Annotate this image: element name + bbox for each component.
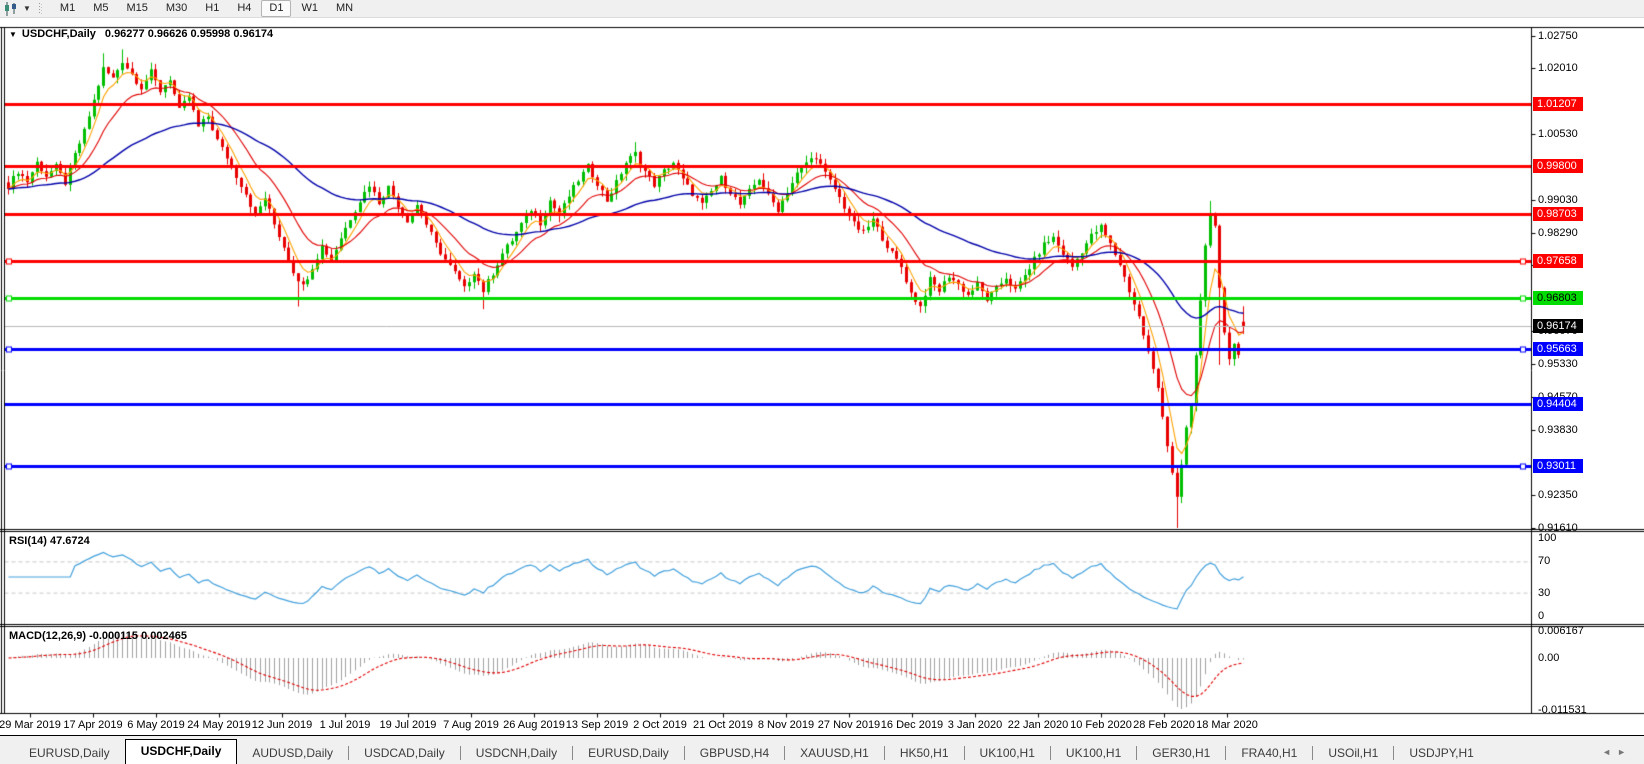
timeframe-button-m5[interactable]: M5: [85, 0, 116, 17]
scroll-tabs-right-icon[interactable]: ►: [1617, 747, 1632, 757]
ohlc-values: 0.96277 0.96626 0.95998 0.96174: [105, 28, 273, 40]
level-price-label: 1.01207: [1533, 97, 1583, 111]
chart-tab-usdcnh-daily[interactable]: USDCNH,Daily: [461, 743, 572, 764]
level-price-label: 0.96803: [1533, 291, 1583, 305]
macd-axis-tick: 0.00: [1538, 651, 1559, 665]
timeframe-button-m15[interactable]: M15: [118, 0, 155, 17]
timeframe-button-m30[interactable]: M30: [158, 0, 195, 17]
timeframe-button-m1[interactable]: M1: [52, 0, 83, 17]
timeframe-buttons: M1M5M15M30H1H4D1W1MN: [51, 0, 362, 18]
level-price-label: 0.95663: [1533, 342, 1583, 356]
price-axis-tick: 0.93830: [1538, 423, 1578, 437]
chart-tab-usoil-h1[interactable]: USOil,H1: [1313, 743, 1393, 764]
chart-tab-fra40-h1[interactable]: FRA40,H1: [1226, 743, 1312, 764]
chart-tabs: EURUSD,DailyUSDCHF,DailyAUDUSD,DailyUSDC…: [14, 743, 1489, 764]
price-axis-tick: 1.02750: [1538, 29, 1578, 43]
level-price-label: 0.97658: [1533, 254, 1583, 268]
macd-axis-tick: 0.006167: [1538, 624, 1584, 638]
level-price-label: 0.94404: [1533, 397, 1583, 411]
chart-tab-eurusd-daily[interactable]: EURUSD,Daily: [573, 743, 684, 764]
timeframe-button-w1[interactable]: W1: [293, 0, 326, 17]
price-axis-tick: 0.98290: [1538, 226, 1578, 240]
price-axis-tick: 0.92350: [1538, 488, 1578, 502]
timeframe-button-d1[interactable]: D1: [261, 0, 291, 17]
price-axis-tick: 1.02010: [1538, 61, 1578, 75]
scroll-tabs-left-icon[interactable]: ◄: [1602, 747, 1617, 757]
chart-tab-uk100-h1[interactable]: UK100,H1: [1051, 743, 1136, 764]
trading-terminal: ▼ M1M5M15M30H1H4D1W1MN ▼ USDCHF,Daily 0.96…: [0, 0, 1644, 764]
toolbar: ▼ M1M5M15M30H1H4D1W1MN: [0, 0, 1644, 18]
chart-tab-ger30-h1[interactable]: GER30,H1: [1137, 743, 1225, 764]
macd-axis-tick: -0.011531: [1538, 703, 1587, 717]
current-price-label: 0.96174: [1533, 319, 1583, 333]
chart-tab-gbpusd-h4[interactable]: GBPUSD,H4: [685, 743, 784, 764]
rsi-axis-tick: 100: [1538, 531, 1556, 545]
chart-tab-usdchf-daily[interactable]: USDCHF,Daily: [125, 739, 238, 764]
price-axis-tick: 0.99030: [1538, 193, 1578, 207]
chart-tab-audusd-daily[interactable]: AUDUSD,Daily: [237, 743, 348, 764]
rsi-axis-tick: 30: [1538, 586, 1550, 600]
chart-tabs-bar: EURUSD,DailyUSDCHF,DailyAUDUSD,DailyUSDC…: [0, 735, 1644, 764]
date-axis-label: 18 Mar 2020: [1185, 719, 1269, 731]
chart-tab-usdcad-daily[interactable]: USDCAD,Daily: [349, 743, 460, 764]
timeframe-button-h1[interactable]: H1: [197, 0, 227, 17]
chevron-down-icon[interactable]: ▼: [23, 4, 31, 13]
level-price-label: 0.93011: [1533, 459, 1583, 473]
candlestick-chart-icon[interactable]: [3, 2, 19, 16]
chart-tab-eurusd-daily[interactable]: EURUSD,Daily: [14, 743, 125, 764]
triangle-down-icon[interactable]: ▼: [9, 30, 17, 39]
chart-tab-hk50-h1[interactable]: HK50,H1: [885, 743, 964, 764]
price-axis-tick: 1.00530: [1538, 127, 1578, 141]
level-price-label: 0.99800: [1533, 159, 1583, 173]
chart-symbol-label: USDCHF,Daily: [22, 28, 96, 40]
price-axis-tick: 0.95330: [1538, 357, 1578, 371]
timeframe-button-h4[interactable]: H4: [229, 0, 259, 17]
chart-title: ▼ USDCHF,Daily 0.96277 0.96626 0.95998 0.9…: [9, 28, 273, 40]
rsi-axis-tick: 70: [1538, 554, 1550, 568]
chart-window: ▼ USDCHF,Daily 0.96277 0.96626 0.95998 0.9…: [0, 18, 1644, 735]
tabbar-notch: [0, 743, 14, 764]
chart-tab-usdjpy-h1[interactable]: USDJPY,H1: [1394, 743, 1488, 764]
rsi-indicator-label: RSI(14) 47.6724: [9, 535, 90, 547]
chart-tab-xauusd-h1[interactable]: XAUUSD,H1: [785, 743, 884, 764]
tab-scroll-controls: ◄►: [1602, 747, 1632, 757]
timeframe-button-mn[interactable]: MN: [328, 0, 361, 17]
toolbar-grip[interactable]: [39, 3, 43, 15]
macd-indicator-label: MACD(12,26,9) -0.000115 0.002465: [9, 630, 187, 642]
price-chart-canvas[interactable]: [0, 18, 1644, 735]
chart-tab-uk100-h1[interactable]: UK100,H1: [965, 743, 1050, 764]
rsi-axis-tick: 0: [1538, 609, 1544, 623]
level-price-label: 0.98703: [1533, 207, 1583, 221]
